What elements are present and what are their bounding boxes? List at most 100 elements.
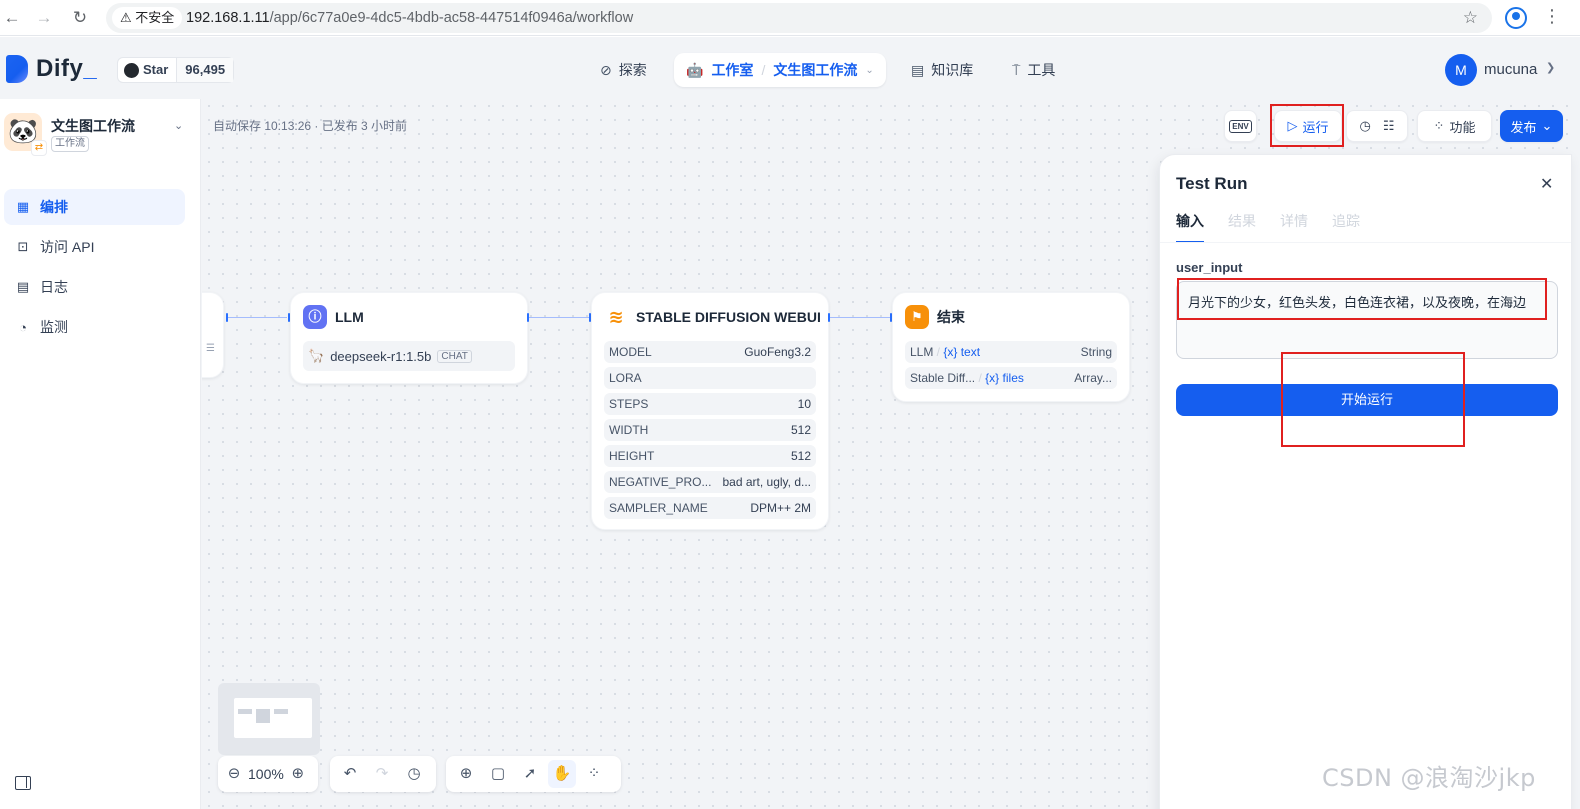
start-node[interactable]: ☰ <box>202 292 224 378</box>
workflow-badge-icon: ⇄ <box>31 140 47 156</box>
warning-icon: ⚠ <box>120 10 132 25</box>
divider <box>1160 242 1571 243</box>
model-provider-icon: 🦙 <box>308 348 325 363</box>
stable-diffusion-node[interactable]: ≋ STABLE DIFFUSION WEBUI MODEL GuoFeng3.2 … <box>591 292 829 530</box>
sidebar-item-monitor[interactable]: ◔ 监测 <box>4 309 185 345</box>
minimap-viewport[interactable] <box>234 698 312 738</box>
back-icon[interactable]: ← <box>0 6 24 30</box>
version-history-icon[interactable]: ◷ <box>400 760 428 788</box>
end-node[interactable]: ⚑ 结束 LLM / {x} text String Stable Diff...… <box>892 292 1130 402</box>
dify-logo-mark <box>6 55 28 83</box>
url-text: 192.168.1.11/app/6c77a0e9-4dc5-4bdb-ac58… <box>186 10 634 26</box>
compass-icon: ⊘ <box>600 61 612 78</box>
autosave-status: 自动保存 10:13:26 · 已发布 3 小时前 <box>213 119 408 133</box>
nav-tools[interactable]: ⍑ 工具 <box>1012 55 1055 85</box>
github-star-badge[interactable]: Star 96,495 <box>117 57 235 83</box>
tab-result[interactable]: 结果 <box>1228 211 1256 243</box>
app-type-tag: 工作流 <box>51 136 89 152</box>
hand-icon[interactable]: ✋ <box>548 760 576 788</box>
organize-icon[interactable]: ⁘ <box>580 760 608 788</box>
robot-icon: 🤖 <box>686 61 704 78</box>
sd-param-row: STEPS 10 <box>604 393 816 415</box>
tools-icon: ⍑ <box>1012 61 1021 78</box>
close-icon[interactable]: ✕ <box>1540 174 1553 194</box>
run-button[interactable]: ▷ 运行 <box>1274 110 1342 142</box>
undo-icon[interactable]: ↶ <box>336 760 364 788</box>
history-controls: ↶ ↷ ◷ <box>330 756 436 792</box>
current-app-switcher[interactable]: 文生图工作流 <box>773 60 857 80</box>
llm-node[interactable]: ⓘ LLM 🦙 deepseek-r1:1.5b CHAT <box>290 292 528 384</box>
chevron-down-icon[interactable]: ❯ <box>1546 61 1555 74</box>
nav-workspace[interactable]: 🤖 工作室 / 文生图工作流 ⌄ <box>674 53 886 87</box>
sd-param-row: NEGATIVE_PRO... bad art, ugly, d... <box>604 471 816 493</box>
nav-knowledge[interactable]: ▤ 知识库 <box>911 55 973 85</box>
sidebar-item-logs[interactable]: ▤ 日志 <box>4 269 185 305</box>
end-output-row: LLM / {x} text String <box>905 341 1117 363</box>
test-run-tabs: 输入 结果 详情 追踪 <box>1176 211 1360 243</box>
minimap-node <box>256 709 270 723</box>
monitor-icon: ◔ <box>19 319 27 335</box>
tab-tracing[interactable]: 追踪 <box>1332 211 1360 243</box>
add-note-icon[interactable]: ▢ <box>484 760 512 788</box>
user-avatar[interactable]: M <box>1445 54 1477 86</box>
start-run-button[interactable]: 开始运行 <box>1176 384 1558 416</box>
minimap-node <box>274 709 288 714</box>
tab-input[interactable]: 输入 <box>1176 211 1204 243</box>
username[interactable]: mucuna <box>1484 61 1537 78</box>
file-list-icon: ▤ <box>16 279 30 294</box>
source-handle[interactable] <box>828 313 830 322</box>
zoom-out-icon[interactable]: ⊖ <box>224 760 244 788</box>
redo-icon[interactable]: ↷ <box>368 760 396 788</box>
publish-button[interactable]: 发布 ⌄ <box>1500 110 1563 142</box>
env-button[interactable]: ENV <box>1224 110 1257 142</box>
address-bar[interactable]: ⚠ 不安全 192.168.1.11/app/6c77a0e9-4dc5-4bd… <box>106 3 1492 33</box>
security-chip[interactable]: ⚠ 不安全 <box>112 7 183 29</box>
run-history-icon[interactable]: ◷ <box>1360 118 1371 134</box>
llm-model-badge: 🦙 deepseek-r1:1.5b CHAT <box>303 341 515 371</box>
nav-explore[interactable]: ⊘ 探索 <box>600 55 647 85</box>
tab-detail[interactable]: 详情 <box>1280 211 1308 243</box>
dify-app: Dify_ Star 96,495 ⊘ 探索 🤖 工作室 / 文生图工作流 ⌄ ▤… <box>0 37 1580 809</box>
field-label: user_input <box>1176 260 1243 275</box>
reload-icon[interactable]: ↻ <box>68 6 92 30</box>
github-star-count: 96,495 <box>176 58 234 82</box>
chevron-down-icon[interactable]: ⌄ <box>174 119 183 132</box>
forward-icon[interactable]: → <box>32 6 56 30</box>
add-node-icon[interactable]: ⊕ <box>452 760 480 788</box>
sd-param-row: MODEL GuoFeng3.2 <box>604 341 816 363</box>
app-name[interactable]: 文生图工作流 <box>51 116 135 136</box>
env-icon: ENV <box>1229 119 1252 133</box>
zoom-level[interactable]: 100% <box>248 766 284 782</box>
sd-param-row: SAMPLER_NAME DPM++ 2M <box>604 497 816 519</box>
source-handle[interactable] <box>226 313 228 322</box>
app-avatar[interactable]: 🐼 ⇄ <box>4 113 47 156</box>
features-button[interactable]: ⁘ 功能 <box>1417 110 1492 142</box>
sidebar-item-api[interactable]: ⊡ 访问 API <box>4 229 185 265</box>
browser-toolbar: ← → ↻ ⚠ 不安全 192.168.1.11/app/6c77a0e9-4d… <box>0 0 1580 36</box>
brand-name: Dify <box>36 55 84 82</box>
features-grid-icon: ⁘ <box>1433 118 1445 133</box>
collapse-sidebar-icon[interactable] <box>15 776 31 790</box>
edge-llm-sd <box>528 317 590 318</box>
end-flag-icon: ⚑ <box>905 305 929 329</box>
profile-icon[interactable] <box>1505 7 1527 29</box>
panel-title: Test Run <box>1176 174 1248 193</box>
minimap[interactable] <box>218 683 320 755</box>
edge-start-llm <box>227 317 287 318</box>
text-lines-icon: ☰ <box>206 343 215 354</box>
github-icon <box>124 62 139 78</box>
checklist-icon[interactable]: ☷ <box>1383 118 1395 134</box>
edge-sd-end <box>829 317 891 318</box>
test-run-panel: Test Run ✕ 输入 结果 详情 追踪 user_input 月光下的少女… <box>1159 154 1572 809</box>
more-menu-icon[interactable]: ⋮ <box>1543 6 1561 27</box>
history-checklist-group: ◷ ☷ <box>1346 110 1408 142</box>
layout-icon: ▦ <box>16 199 30 214</box>
user-input-field[interactable]: 月光下的少女，红色头发，白色连衣裙，以及夜晚，在海边 <box>1176 281 1558 359</box>
sidebar-item-orchestrate[interactable]: ▦ 编排 <box>4 189 185 225</box>
source-handle[interactable] <box>527 313 529 322</box>
sd-param-row: WIDTH 512 <box>604 419 816 441</box>
zoom-in-icon[interactable]: ⊕ <box>288 760 308 788</box>
app-header: Dify_ Star 96,495 ⊘ 探索 🤖 工作室 / 文生图工作流 ⌄ ▤… <box>0 37 1580 99</box>
pointer-icon[interactable]: ➚ <box>516 760 544 788</box>
bookmark-star-icon[interactable]: ☆ <box>1463 8 1478 28</box>
